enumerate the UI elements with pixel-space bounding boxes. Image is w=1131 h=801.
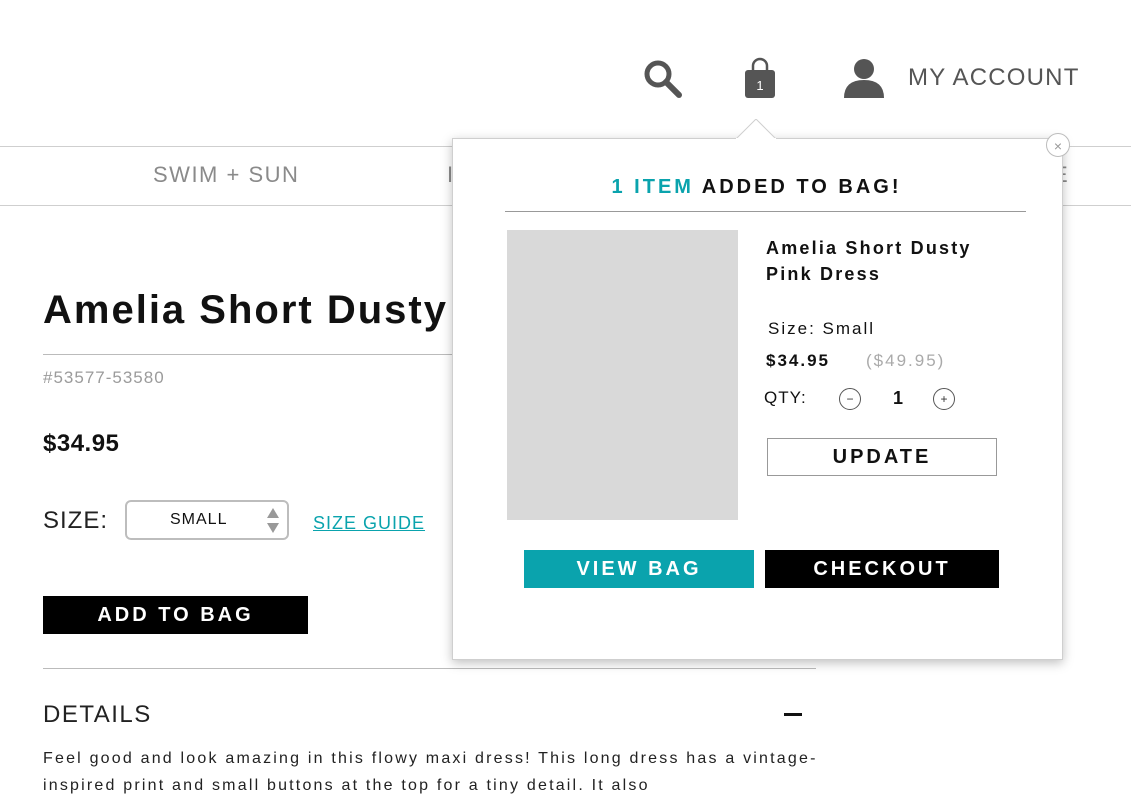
select-arrows-icon — [267, 508, 279, 533]
title-divider — [43, 354, 463, 355]
popup-item-size: Size: Small — [768, 319, 876, 338]
update-button[interactable]: UPDATE — [767, 438, 997, 476]
close-icon[interactable]: × — [1046, 133, 1070, 157]
popup-item-count: 1 ITEM — [611, 176, 694, 198]
popup-item-name: Amelia Short Dusty Pink Dress — [766, 238, 972, 284]
popup-added-text: ADDED TO BAG! — [701, 176, 902, 198]
popup-heading: 1 ITEM ADDED TO BAG! — [452, 176, 1061, 199]
popup-item-price: $34.95 — [766, 351, 830, 370]
add-to-bag-button[interactable]: ADD TO BAG — [43, 596, 308, 634]
account-icon[interactable] — [842, 58, 886, 98]
details-text: Feel good and look amazing in this flowy… — [43, 750, 818, 794]
bag-count: 1 — [756, 78, 764, 93]
popup-divider — [505, 211, 1026, 212]
checkout-button[interactable]: CHECKOUT — [765, 550, 999, 588]
details-divider — [43, 668, 816, 669]
nav-item-swim-sun[interactable]: SWIM + SUN — [153, 162, 299, 188]
qty-label: QTY: — [764, 388, 807, 407]
view-bag-button[interactable]: VIEW BAG — [524, 550, 754, 588]
bag-icon[interactable]: 1 — [743, 56, 777, 100]
qty-increase-button[interactable]: + — [933, 388, 955, 410]
size-label: SIZE: — [43, 507, 109, 534]
details-heading[interactable]: DETAILS — [43, 701, 152, 729]
my-account-link[interactable]: MY ACCOUNT — [908, 64, 1080, 92]
qty-decrease-button[interactable]: − — [839, 388, 861, 410]
collapse-icon[interactable] — [784, 713, 802, 716]
size-select-value: SMALL — [170, 511, 228, 528]
product-sku: #53577-53580 — [43, 368, 165, 387]
qty-value: 1 — [893, 388, 904, 408]
product-image — [507, 230, 738, 520]
search-icon[interactable] — [641, 57, 685, 101]
popup-caret — [736, 119, 776, 139]
size-guide-link[interactable]: SIZE GUIDE — [313, 513, 425, 534]
popup-original-price: ($49.95) — [866, 351, 946, 370]
product-price: $34.95 — [43, 430, 120, 457]
